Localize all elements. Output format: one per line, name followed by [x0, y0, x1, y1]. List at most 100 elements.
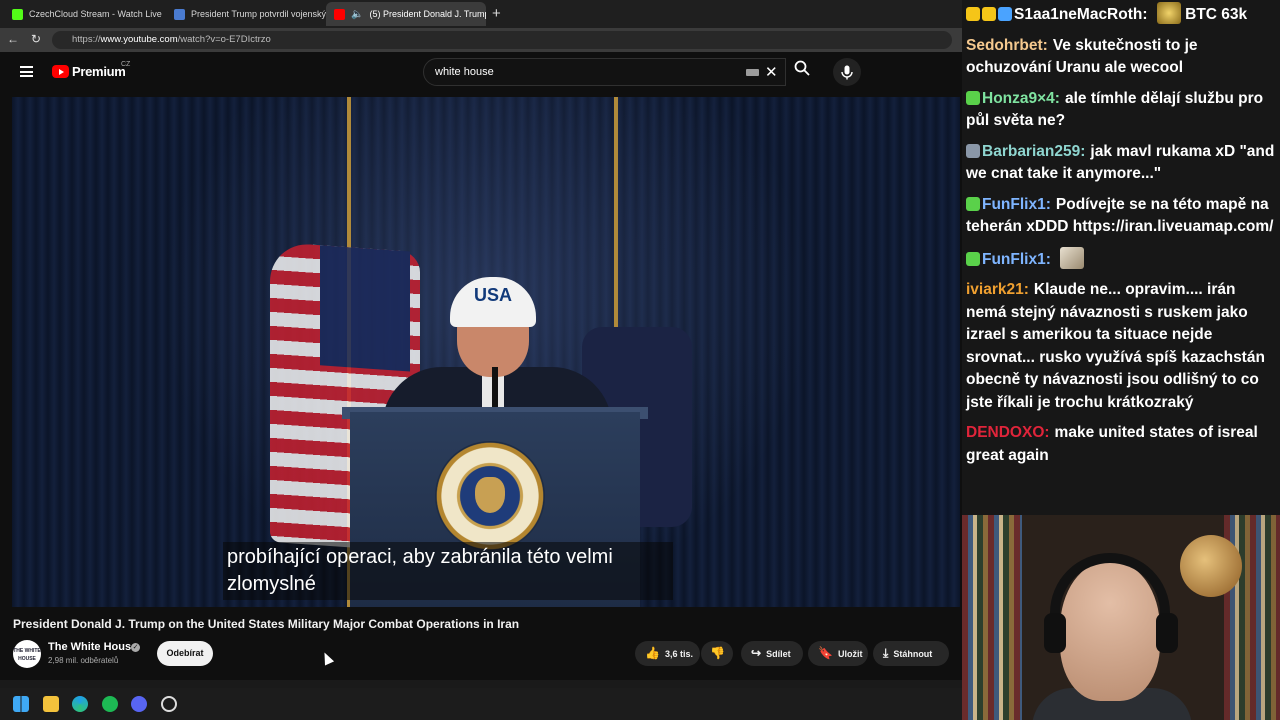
spotify-icon[interactable] [102, 696, 118, 712]
tab-label: President Trump potvrdil vojenský [191, 9, 326, 19]
mouse-cursor-icon [319, 650, 335, 666]
usa-cap: USA [450, 277, 536, 327]
like-count: 3,6 tis. [664, 649, 693, 659]
file-explorer-icon[interactable] [43, 696, 59, 712]
bookmark-icon: 🔖 [818, 646, 833, 660]
menu-icon[interactable] [20, 66, 33, 77]
speaker-icon[interactable]: 🔈 [351, 9, 363, 20]
news-icon [174, 8, 185, 20]
seal-eagle [475, 477, 505, 513]
tab-youtube-video[interactable]: 🔈 (5) President Donald J. Trump ✕ [326, 2, 486, 26]
chat-username[interactable]: DENDOXO: [966, 424, 1050, 441]
verified-icon: ✓ [131, 643, 140, 652]
video-player[interactable]: USA probíhající operaci, aby zabránila t… [12, 97, 960, 607]
download-label: Stáhnout [893, 649, 933, 659]
video-subtitles: probíhající operaci, aby zabránila této … [223, 542, 673, 600]
obs-icon[interactable] [161, 696, 177, 712]
url-prefix: https:// [72, 34, 101, 45]
chat-text: Klaude ne... opravim.... irán nemá stejn… [966, 281, 1265, 411]
new-tab-icon[interactable]: + [492, 5, 501, 22]
webcam-feed [962, 515, 1280, 720]
url-path: /watch?v=o-E7DIctrzo [177, 34, 271, 45]
divider [0, 680, 962, 688]
chat-message: S1aa1neMacRoth: BTC 63k [966, 2, 1276, 27]
search-box[interactable]: white house ✕ [423, 58, 786, 86]
channel-name[interactable]: The White House [48, 641, 137, 653]
chat-message: Sedohrbet: Ve skutečnosti to je ochuzován… [966, 35, 1276, 80]
save-label: Uložit [837, 649, 863, 659]
save-button[interactable]: 🔖 Uložit [808, 641, 868, 666]
address-bar: ← ↻ https://www.youtube.com/watch?v=o-E7… [0, 28, 962, 52]
stream-chat: S1aa1neMacRoth: BTC 63k Sedohrbet: Ve sku… [962, 0, 1280, 515]
emote-icon [1156, 2, 1181, 24]
brand-label[interactable]: Premium [72, 64, 126, 79]
browser-window: CzechCloud Stream - Watch Live o ✕ Presi… [0, 0, 962, 720]
download-icon: ⤓ [883, 646, 889, 660]
crown-badge-icon [966, 7, 980, 21]
bookshelf-left [962, 515, 1022, 720]
chat-message: FunFlix1: Podívejte se na této mapě na te… [966, 194, 1276, 239]
pill-badge-icon [966, 251, 980, 266]
subtitle-line: probíhající operaci, aby zabránila této … [227, 546, 613, 568]
subscriber-count: 2,98 mil. odběratelů [48, 656, 119, 665]
reload-icon[interactable]: ↻ [31, 32, 41, 46]
keyboard-icon[interactable] [746, 69, 759, 76]
share-icon: ↪ [751, 646, 762, 660]
earcup [1156, 613, 1178, 653]
windows-start-icon[interactable] [13, 696, 29, 712]
kick-icon [12, 8, 23, 20]
share-label: Sdílet [766, 649, 791, 659]
search-input[interactable]: white house [435, 66, 494, 78]
clear-search-icon[interactable]: ✕ [765, 63, 778, 81]
pill-badge-icon [966, 90, 980, 105]
chat-message: Barbarian259: jak mavl rukama xD "and we … [966, 141, 1276, 186]
thumbs-up-icon: 👍 [645, 646, 660, 660]
subtitle-line: zlomyslné [227, 573, 316, 595]
url-field[interactable]: https://www.youtube.com/watch?v=o-E7DIct… [52, 31, 952, 49]
tab-label: CzechCloud Stream - Watch Live o [29, 9, 164, 19]
hand-badge-icon [982, 7, 996, 21]
streamer [1032, 553, 1192, 720]
like-button[interactable]: 👍 3,6 tis. [635, 641, 700, 666]
channel-avatar[interactable]: THE WHITE HOUSE [13, 640, 41, 668]
chat-username[interactable]: Honza9×4: [982, 90, 1060, 107]
tab-label: (5) President Donald J. Trump [369, 9, 486, 19]
os-taskbar [0, 688, 962, 720]
chat-message: FunFlix1: [966, 246, 1276, 272]
chat-username[interactable]: S1aa1neMacRoth: [1014, 6, 1148, 23]
youtube-header: Premium CZ white house ✕ [0, 52, 962, 94]
url-host: www.youtube.com [100, 34, 178, 45]
download-button[interactable]: ⤓ Stáhnout [873, 641, 949, 666]
microphone-icon [841, 65, 853, 80]
chat-username[interactable]: FunFlix1: [982, 196, 1051, 213]
chat-username[interactable]: Sedohrbet: [966, 37, 1048, 54]
tab-president-trump[interactable]: President Trump potvrdil vojenský ✕ [166, 2, 326, 26]
tab-czechcloud[interactable]: CzechCloud Stream - Watch Live o ✕ [4, 2, 164, 26]
search-button[interactable] [786, 58, 818, 86]
search-icon [794, 60, 810, 76]
discord-icon[interactable] [131, 696, 147, 712]
subscribe-button[interactable]: Odebírat [157, 641, 213, 666]
headset-icon [1050, 553, 1170, 633]
chat-text: BTC 63k [1185, 6, 1248, 23]
back-icon[interactable]: ← [7, 32, 19, 46]
thumbs-down-icon: 👎 [710, 646, 725, 660]
chat-username[interactable]: iviark21: [966, 281, 1029, 298]
voice-search-button[interactable] [833, 58, 861, 86]
emote-icon [1060, 246, 1085, 269]
chat-username[interactable]: Barbarian259: [982, 143, 1085, 160]
region-code: CZ [121, 61, 131, 68]
edge-browser-icon[interactable] [72, 696, 88, 712]
chat-username[interactable]: FunFlix1: [982, 251, 1051, 268]
video-title: President Donald J. Trump on the United … [13, 617, 520, 631]
cube-badge-icon [998, 7, 1012, 21]
chat-message: Honza9×4: ale tímhle dělají službu pro pů… [966, 88, 1276, 133]
pill-badge-icon [966, 196, 980, 211]
share-button[interactable]: ↪ Sdílet [741, 641, 803, 666]
youtube-icon [334, 8, 345, 20]
chat-message: iviark21: Klaude ne... opravim.... irán n… [966, 279, 1276, 414]
dislike-button[interactable]: 👎 [701, 641, 733, 666]
youtube-logo-icon[interactable] [52, 65, 69, 78]
chat-message: DENDOXO: make united states of isreal gre… [966, 422, 1276, 467]
pill-badge-icon [966, 143, 980, 158]
